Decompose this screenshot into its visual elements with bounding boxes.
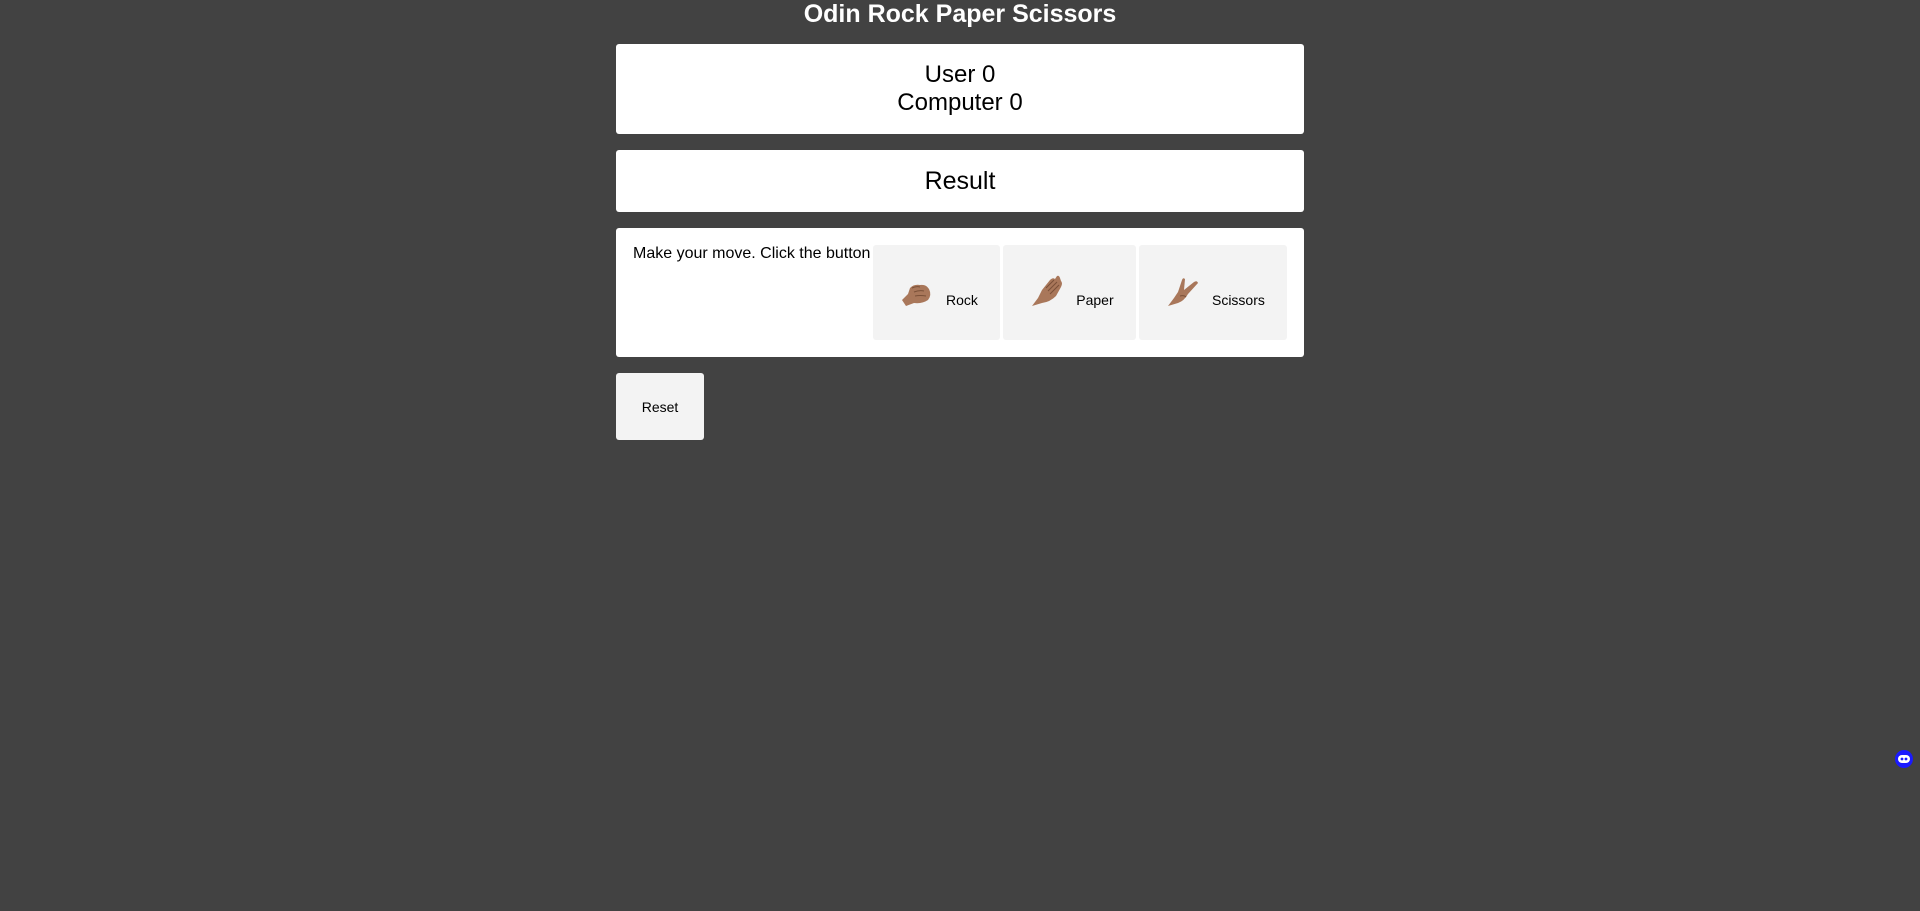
scissors-button[interactable]: Scissors [1139, 245, 1288, 340]
paper-hand-icon [1030, 270, 1064, 310]
paper-button[interactable]: Paper [1003, 245, 1137, 340]
result-text: Result [924, 166, 996, 195]
scissors-label: Scissors [1211, 291, 1265, 308]
computer-score: Computer 0 [897, 89, 1023, 116]
user-score: User 0 [924, 61, 996, 88]
move-panel: Make your move. Click the button Rock Pa… [616, 228, 1304, 357]
move-buttons: Rock Paper Scissors [873, 245, 1288, 340]
scissors-hand-icon [1166, 270, 1200, 310]
score-panel: User 0 Computer 0 [616, 44, 1304, 134]
rock-hand-icon [900, 270, 934, 310]
result-panel: Result [616, 150, 1304, 212]
move-prompt: Make your move. Click the button [633, 245, 871, 262]
page-title: Odin Rock Paper Scissors [803, 0, 1117, 28]
paper-label: Paper [1076, 291, 1114, 308]
rock-label: Rock [945, 291, 978, 308]
extension-icon[interactable] [1895, 750, 1913, 768]
rock-button[interactable]: Rock [873, 245, 1001, 340]
reset-button[interactable]: Reset [616, 373, 704, 440]
